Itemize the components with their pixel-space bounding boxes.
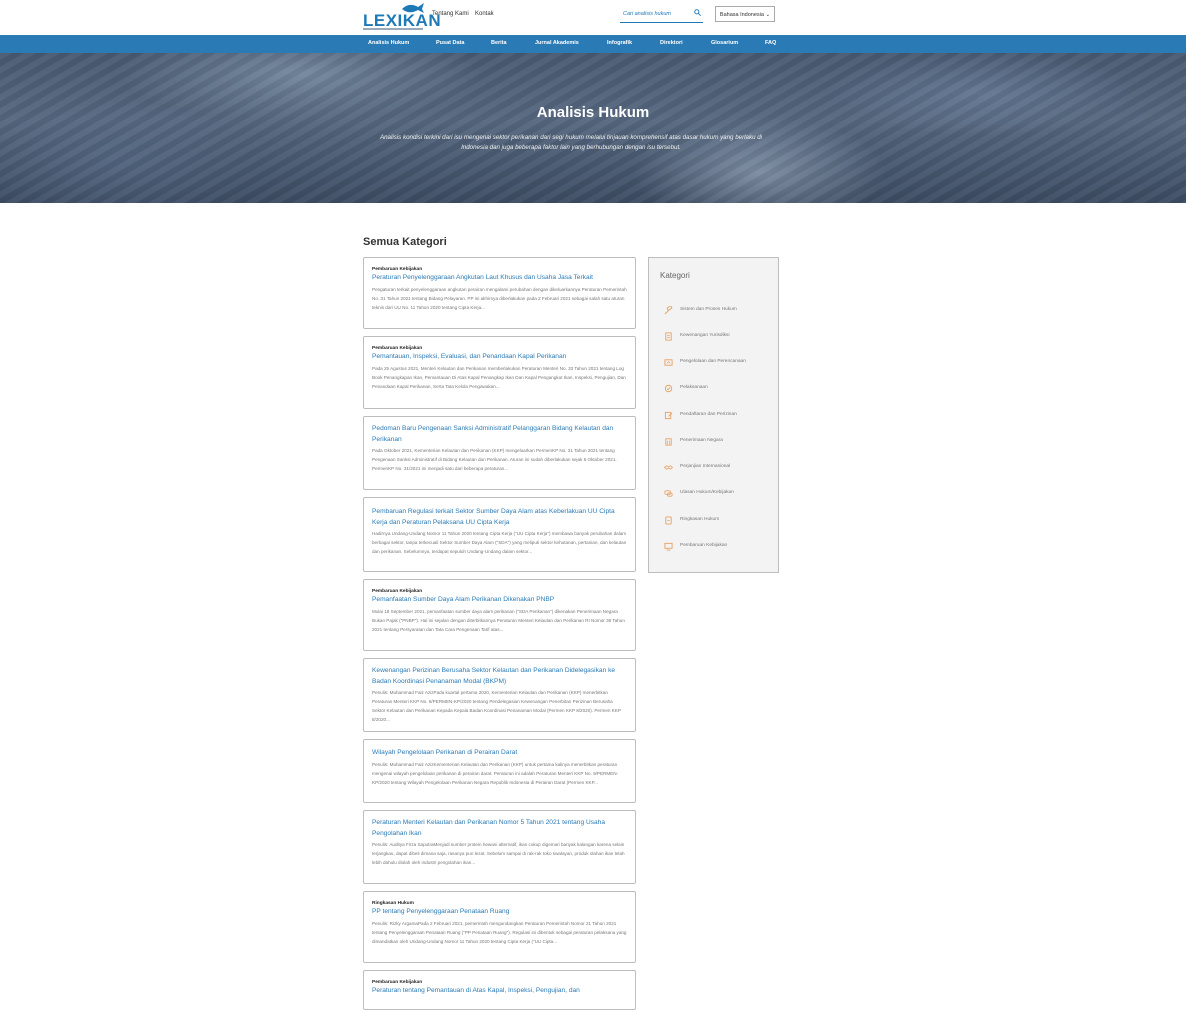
document-icon [665,332,672,341]
handshake-icon [664,465,673,470]
article-category: Ringkasan Hukum [372,901,414,906]
article-card[interactable]: Kewenangan Perizinan Berusaha Sektor Kel… [363,658,636,732]
article-category: Pembaruan Kebijakan [372,589,423,594]
logo-tagline-line [363,28,423,30]
article-excerpt: Pengaturan terkait penyelenggaraan angku… [372,286,627,310]
summary-icon [665,516,672,525]
search-input[interactable] [623,9,687,19]
article-card[interactable]: Pembaruan Regulasi terkait Sektor Sumber… [363,497,636,572]
article-card[interactable]: Pedoman Baru Pengenaan Sanksi Administra… [363,416,636,490]
article-title[interactable]: Pedoman Baru Pengenaan Sanksi Administra… [372,424,627,445]
sidebar-item-label: Ulasan Hukum/Kebijakan [680,490,734,495]
article-excerpt: Penulis: Muhammad Faiz AzizPada kuartal … [372,690,621,722]
article-title[interactable]: Pembaruan Regulasi terkait Sektor Sumber… [372,507,627,528]
monitor-icon [664,542,673,551]
article-title[interactable]: Peraturan tentang Pemantauan di Atas Kap… [372,986,627,997]
nav-jurnal-akademis[interactable]: Jurnal Akademis [535,40,579,46]
article-title[interactable]: Pemantauan, Inspeksi, Evaluasi, dan Pena… [372,352,627,363]
search-box [620,7,703,23]
article-title[interactable]: Kewenangan Perizinan Berusaha Sektor Kel… [372,666,627,687]
article-card[interactable]: Pembaruan Kebijakan Pemanfaatan Sumber D… [363,579,636,651]
sidebar-item-label: Perjanjian Internasional [680,464,731,469]
nav-berita[interactable]: Berita [491,40,507,46]
article-excerpt: Penulis: Auditya Firza SaputraMenjadi su… [372,842,625,865]
sidebar-item-label: Pembaruan Kebijakan [680,543,728,548]
search-icon[interactable] [694,9,701,16]
article-card[interactable]: Wilayah Pengelolaan Perikanan di Peraira… [363,739,636,803]
article-category: Pembaruan Kebijakan [372,980,423,985]
nav-analisis-hukum[interactable]: Analisis Hukum [368,40,409,46]
main-nav: Analisis Hukum Pusat Data Berita Jurnal … [0,35,1186,53]
sidebar-item-label: Ringkasan Hukum [680,517,720,522]
link-kontak[interactable]: Kontak [475,11,494,17]
sidebar-item-label: Penerimaan Negara [680,438,723,443]
article-title[interactable]: PP tentang Penyelenggaraan Penataan Ruan… [372,907,627,918]
nav-glosarium[interactable]: Glosarium [711,40,738,46]
article-card[interactable]: Pembaruan Kebijakan Pemantauan, Inspeksi… [363,336,636,409]
hero-banner: Analisis Hukum Analisis kondisi terkini … [0,53,1186,203]
nav-direktori[interactable]: Direktori [660,40,683,46]
link-tentang-kami[interactable]: Tentang Kami [432,11,469,17]
sidebar-title: Kategori [660,271,690,280]
category-sidebar: Kategori Sistem dan Proses Hukum Kewenan… [648,257,779,573]
lexikan-logo[interactable]: LEXIKAN [363,2,441,32]
edit-document-icon [664,411,673,420]
article-category: Pembaruan Kebijakan [372,346,423,351]
article-title[interactable]: Peraturan Penyelenggaraan Angkutan Laut … [372,273,627,284]
check-circle-icon [664,384,673,393]
article-card[interactable]: Peraturan Menteri Kelautan dan Perikanan… [363,810,636,884]
page-title: Analisis Hukum [536,104,650,121]
article-title[interactable]: Wilayah Pengelolaan Perikanan di Peraira… [372,748,627,759]
article-title[interactable]: Peraturan Menteri Kelautan dan Perikanan… [372,818,627,839]
nav-pusat-data[interactable]: Pusat Data [436,40,464,46]
article-excerpt: Penulis: Rizky ArgamaPada 2 Februari 202… [372,920,627,944]
article-card[interactable]: Ringkasan Hukum PP tentang Penyelenggara… [363,891,636,963]
article-card[interactable]: Pembaruan Kebijakan Peraturan Penyelengg… [363,257,636,329]
top-header: LEXIKAN Tentang Kami Kontak Bahasa Indon… [0,0,1186,35]
article-excerpt: Hadirnya Undang-Undang Nomor 11 Tahun 20… [372,531,627,554]
article-excerpt: Pada 25 Agustus 2021, Menteri Kelautan d… [372,365,626,389]
chat-icon [664,490,673,497]
article-card[interactable]: Pembaruan Kebijakan Peraturan tentang Pe… [363,970,636,1010]
section-title: Semua Kategori [363,236,447,248]
nav-faq[interactable]: FAQ [765,40,776,46]
language-select[interactable]: Bahasa Indonesia ⌄ [715,6,775,22]
sidebar-item-label: Sistem dan Proses Hukum [680,307,737,312]
article-excerpt: Mulai 18 September 2021, pemanfaatan sum… [372,608,625,632]
planning-icon [664,359,673,366]
article-category: Pembaruan Kebijakan [372,267,423,272]
article-title[interactable]: Pemanfaatan Sumber Daya Alam Perikanan D… [372,595,627,606]
sidebar-item-label: Pendaftaran dan Perizinan [680,412,737,417]
hero-background-image [0,53,1186,203]
page-description: Analisis kondisi terkini dari isu mengen… [379,134,763,151]
article-excerpt: Pada Oktober 2021, Kementerian Kelautan … [372,448,617,471]
nav-infografik[interactable]: Infografik [607,40,632,46]
sidebar-item-label: Kewenangan Yurisdiksi [680,333,730,338]
building-icon [665,438,672,446]
sidebar-item-label: Pengelolaan dan Perencanaan [680,359,746,364]
article-excerpt: Penulis: Muhammad Faiz AzizKementerian K… [372,761,619,785]
sidebar-item-label: Pelaksanaan [680,385,708,390]
gavel-icon [664,306,673,315]
